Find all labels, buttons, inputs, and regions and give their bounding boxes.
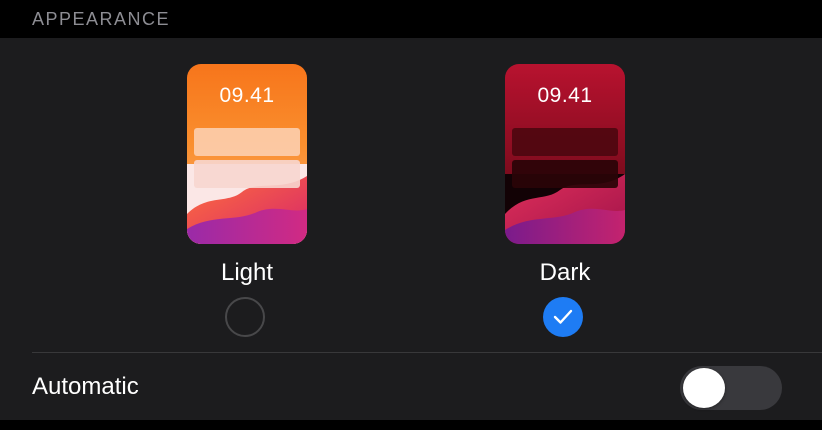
appearance-option-light[interactable]: 09.41 Light xyxy=(185,64,309,337)
light-option-label: Light xyxy=(220,259,274,286)
dark-option-label: Dark xyxy=(539,259,591,286)
appearance-settings-screen: APPEARANCE 09.41 Light 09.41 Dark Automa… xyxy=(0,0,822,430)
checkmark-icon xyxy=(553,309,573,324)
dark-radio-button[interactable] xyxy=(543,297,583,337)
light-preview-time: 09.41 xyxy=(219,84,275,107)
automatic-row: Automatic xyxy=(0,353,822,420)
light-radio-button[interactable] xyxy=(225,297,265,337)
light-mode-preview[interactable]: 09.41 xyxy=(187,64,307,244)
automatic-label: Automatic xyxy=(32,373,139,400)
dark-preview-time: 09.41 xyxy=(537,84,593,107)
section-header: APPEARANCE xyxy=(0,0,822,38)
bottom-strip xyxy=(0,420,822,430)
appearance-card: 09.41 Light 09.41 Dark Automatic xyxy=(0,38,822,420)
toggle-knob[interactable] xyxy=(683,368,725,408)
section-header-label: APPEARANCE xyxy=(32,9,171,29)
appearance-option-dark[interactable]: 09.41 Dark xyxy=(503,64,627,337)
dark-mode-preview[interactable]: 09.41 xyxy=(505,64,625,244)
automatic-toggle[interactable] xyxy=(680,366,782,410)
